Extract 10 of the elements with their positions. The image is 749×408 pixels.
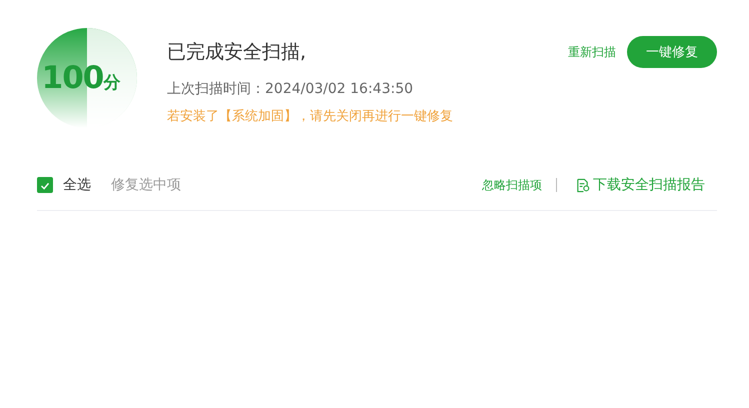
status-title: 已完成安全扫描, [167, 40, 308, 65]
fix-button[interactable]: 一键修复 [627, 36, 717, 68]
report-icon [575, 178, 590, 192]
ignore-items-link[interactable]: 忽略扫描项 [482, 176, 542, 194]
select-all-label: 全选 [63, 176, 91, 194]
last-scan-time: 上次扫描时间：2024/03/02 16:43:50 [167, 80, 414, 98]
warning-text: 若安装了【系统加固】，请先关闭再进行一键修复 [167, 108, 453, 125]
rescan-link[interactable]: 重新扫描 [568, 44, 616, 60]
checkbox[interactable] [37, 177, 53, 193]
download-report-link[interactable]: 下载安全扫描报告 [593, 176, 705, 194]
